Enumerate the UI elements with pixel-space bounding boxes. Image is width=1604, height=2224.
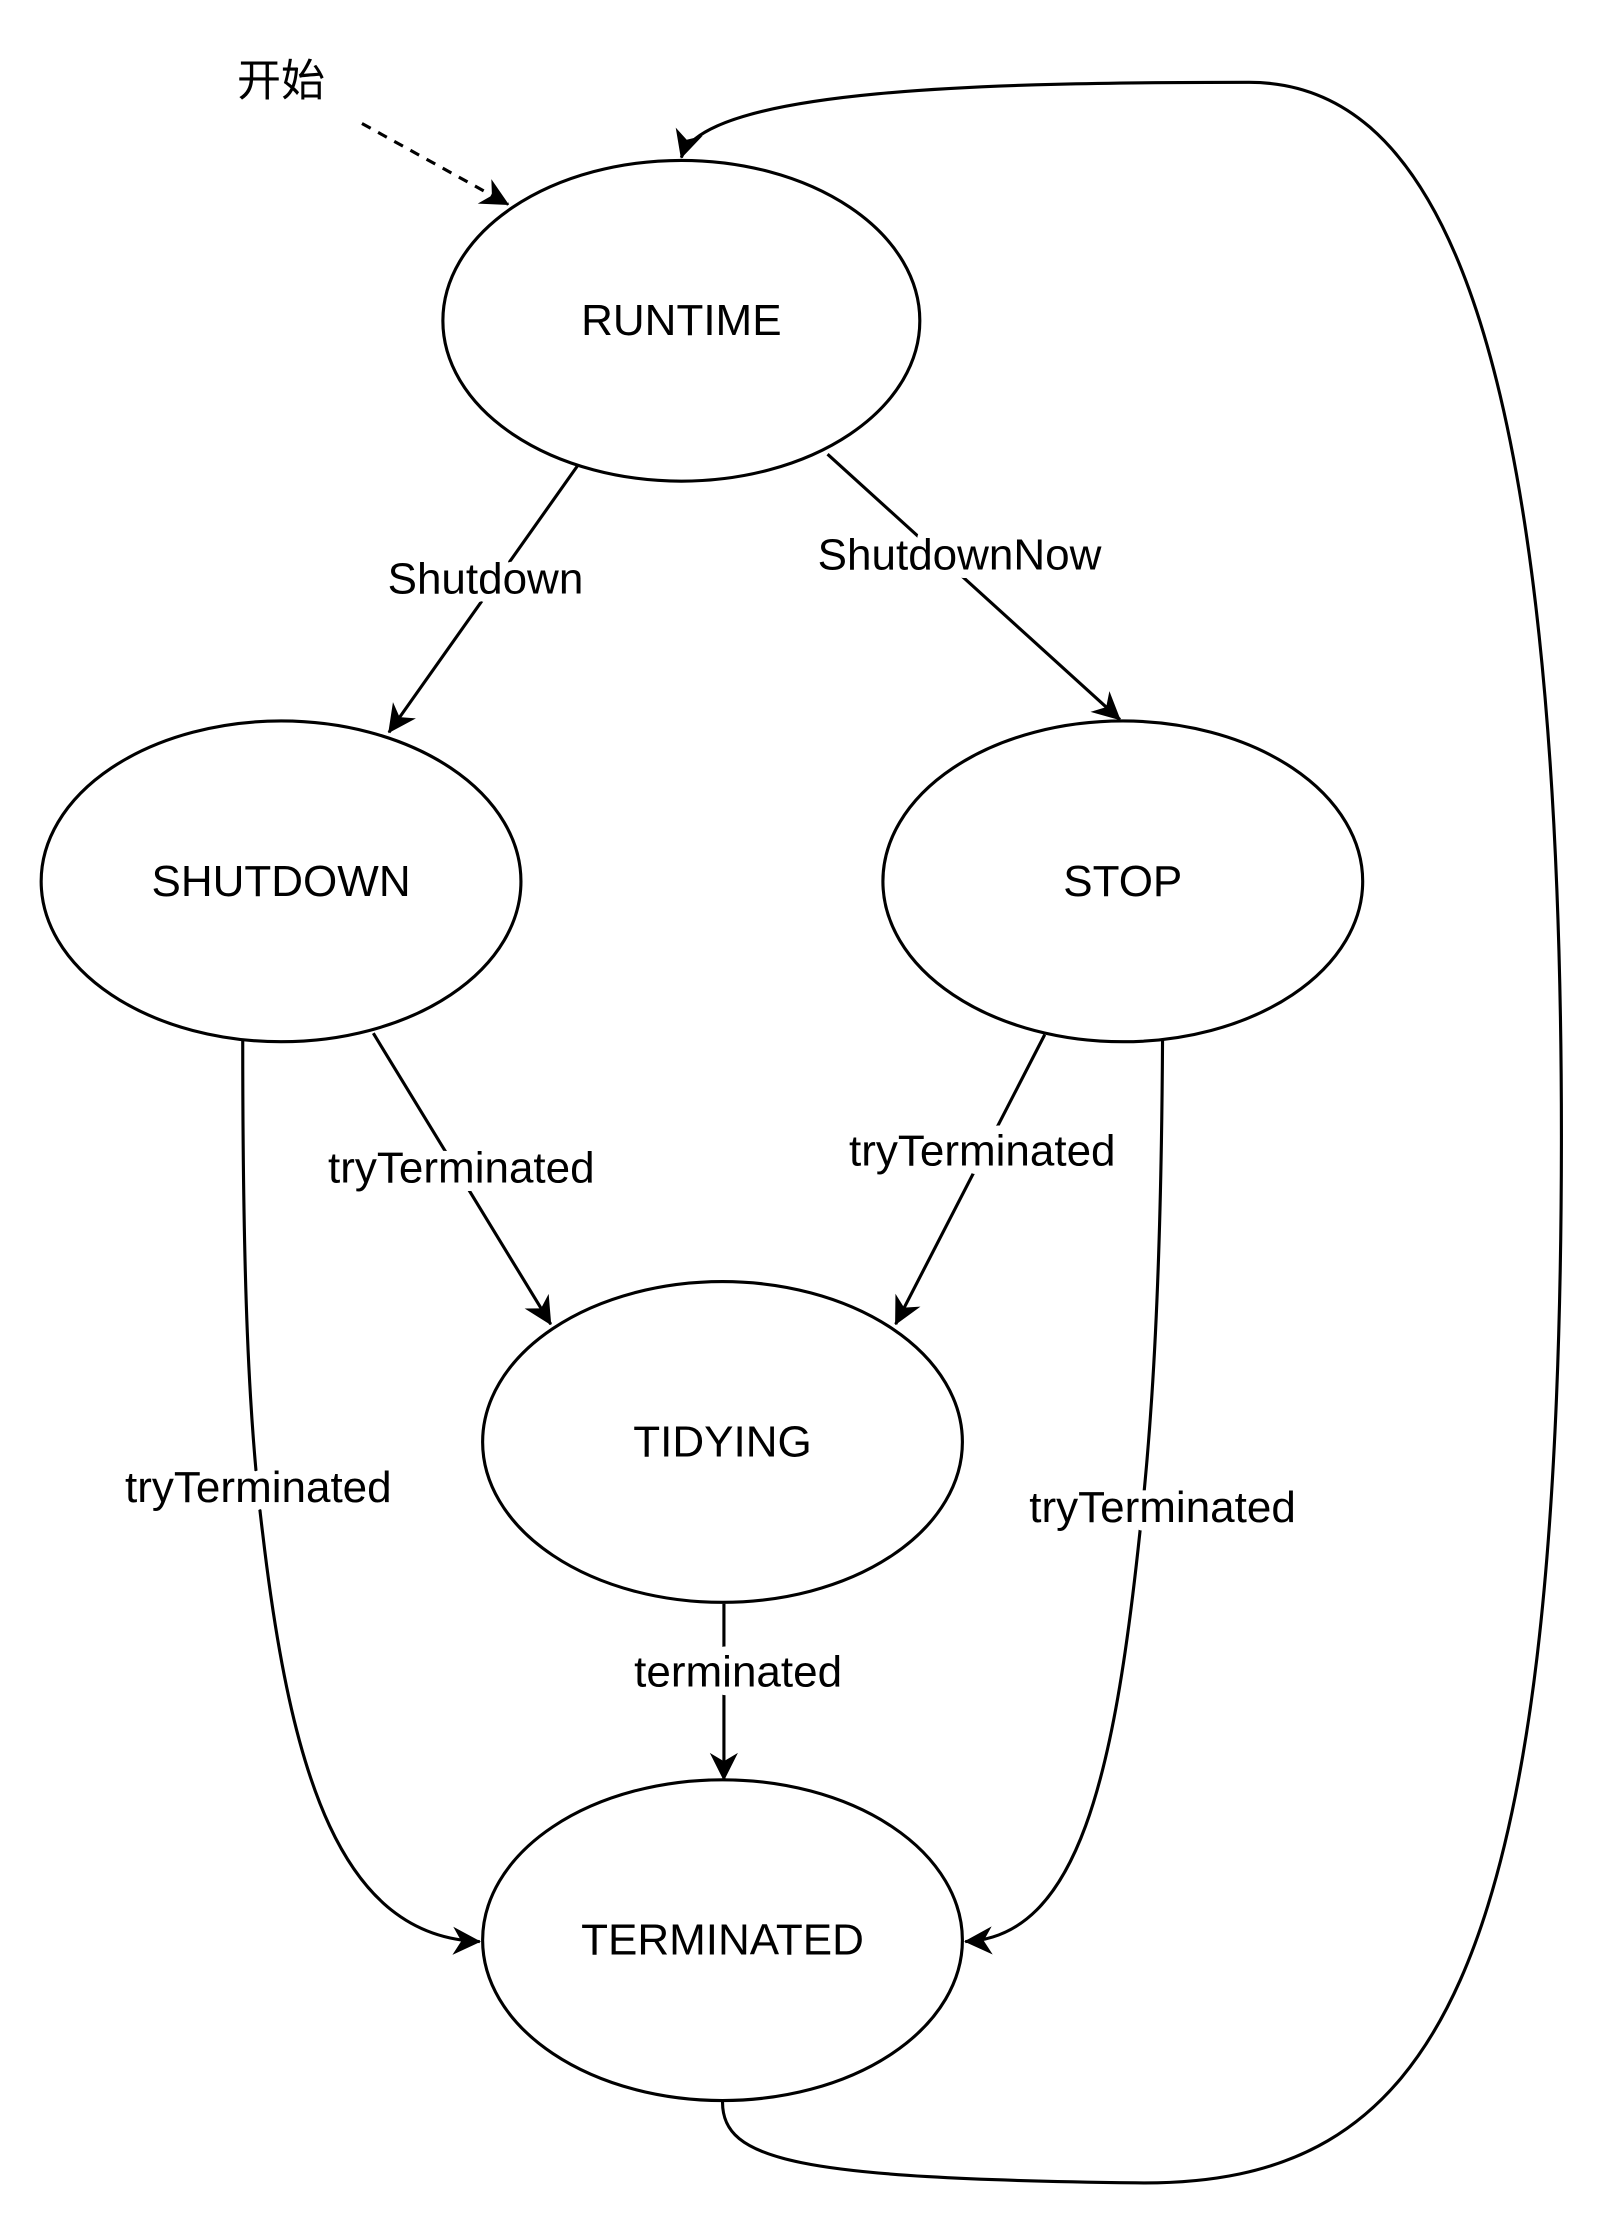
label-stop-tidying: tryTerminated <box>849 1127 1116 1176</box>
state-shutdown-label: SHUTDOWN <box>151 857 410 906</box>
state-runtime-label: RUNTIME <box>581 296 781 345</box>
start-edge <box>361 122 510 206</box>
label-runtime-shutdown: Shutdown <box>388 555 584 604</box>
label-shutdown-terminated: tryTerminated <box>125 1463 392 1512</box>
label-shutdown-tidying: tryTerminated <box>328 1144 595 1193</box>
label-tidying-terminated: terminated <box>634 1647 842 1696</box>
state-stop-label: STOP <box>1063 857 1182 906</box>
state-tidying-label: TIDYING <box>633 1417 811 1466</box>
edge-stop-tidying <box>894 1033 1047 1326</box>
label-runtime-stop: ShutdownNow <box>818 530 1102 579</box>
start-label: 开始 <box>237 56 325 105</box>
edge-runtime-stop <box>826 453 1122 721</box>
state-diagram: RUNTIME SHUTDOWN STOP TIDYING TERMINATED… <box>39 56 1563 2185</box>
label-stop-terminated: tryTerminated <box>1029 1483 1296 1532</box>
state-terminated-label: TERMINATED <box>581 1916 864 1965</box>
